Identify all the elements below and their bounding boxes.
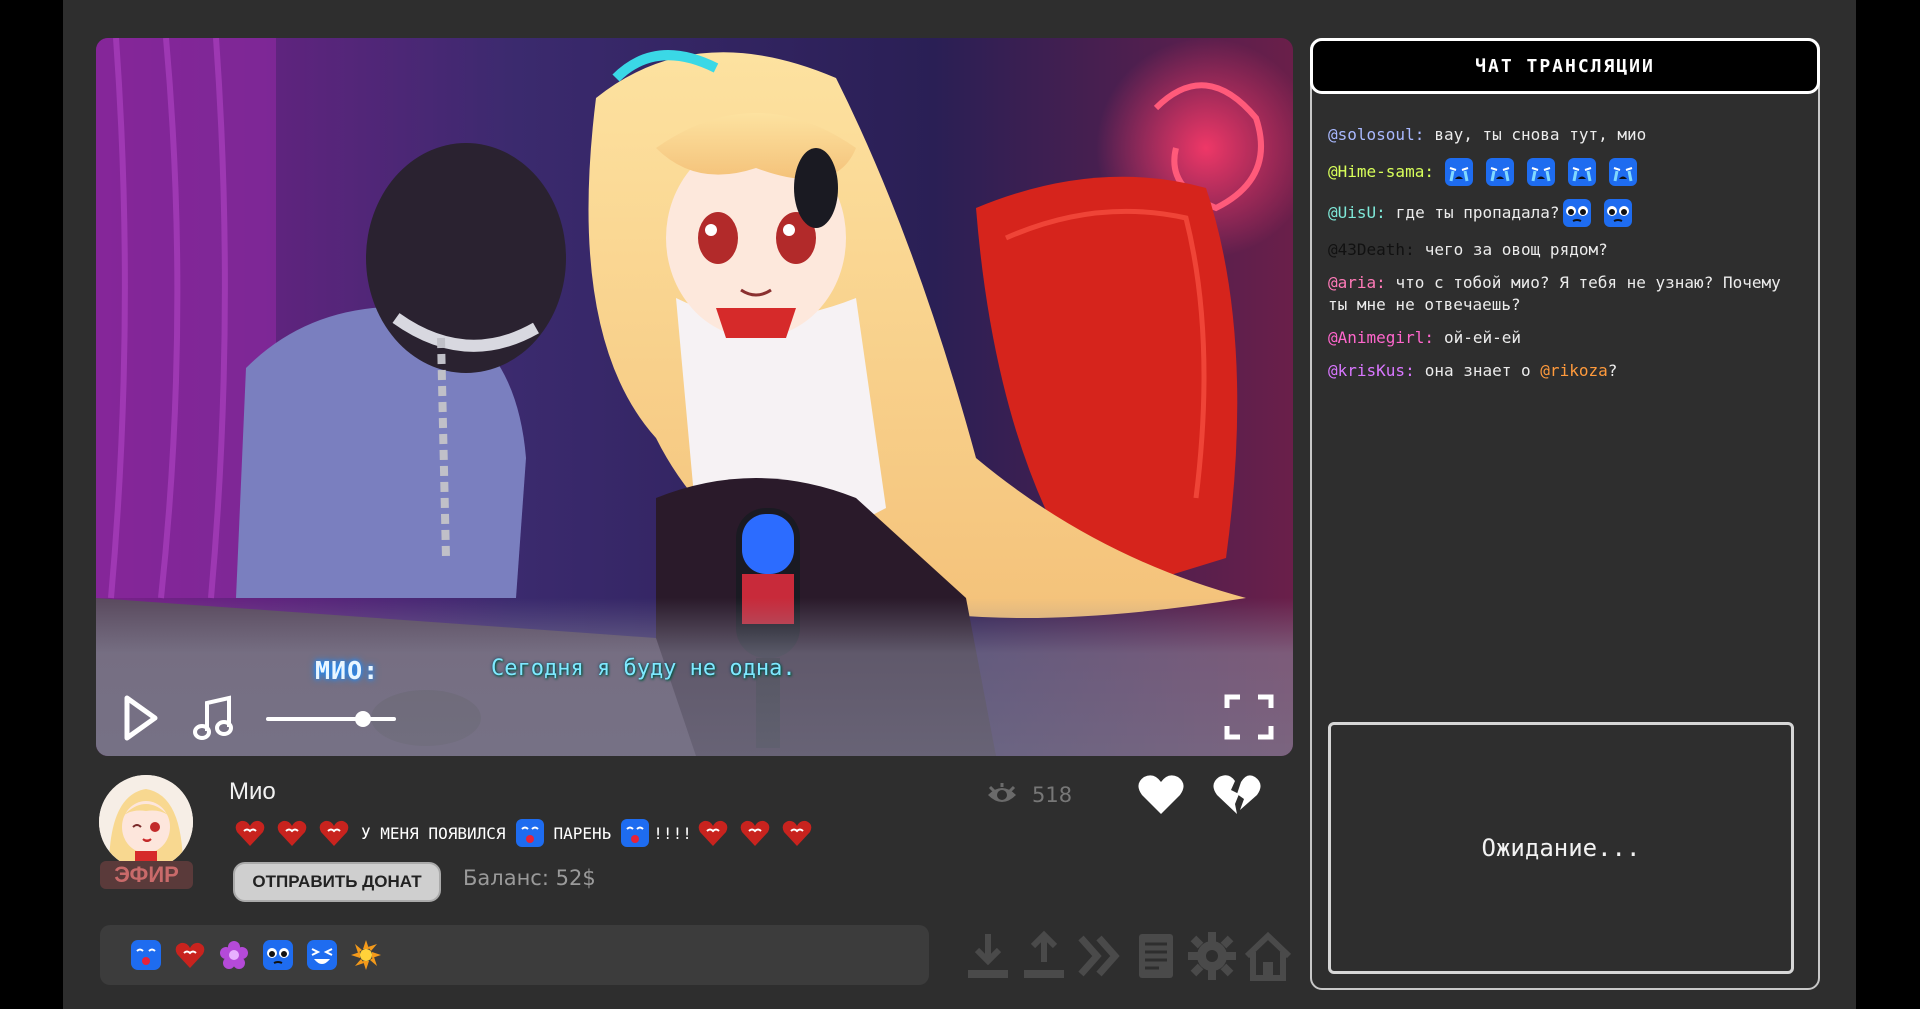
- heart-eye-emoji-icon: [698, 820, 728, 846]
- status-text-2: ПАРЕНЬ: [553, 823, 612, 843]
- avatar-image: [99, 775, 193, 869]
- fullscreen-icon: [1224, 694, 1274, 740]
- skip-fast-forward-icon[interactable]: [1075, 930, 1125, 982]
- viewer-count: 518: [986, 783, 1072, 807]
- chat-username[interactable]: @43Death:: [1328, 239, 1415, 261]
- load-upload-icon[interactable]: [1019, 930, 1069, 982]
- crying-face-emoji-icon: [1608, 158, 1637, 186]
- heart-eye-emoji-icon: [782, 820, 812, 846]
- chat-text-tail: ?: [1607, 361, 1618, 380]
- streamer-avatar[interactable]: [99, 775, 193, 869]
- crying-face-emoji-icon: [1485, 158, 1514, 186]
- crying-face-emoji-icon: [1526, 158, 1555, 186]
- streamer-name: Мио: [229, 778, 276, 805]
- viewers-eye-icon: [988, 783, 1016, 802]
- chat-text: вау, ты снова тут, мио: [1434, 125, 1647, 144]
- chat-text: чего за овощ рядом?: [1424, 240, 1608, 259]
- chat-text: ой-ей-ей: [1443, 328, 1522, 347]
- chat-message: @Animegirl: ой-ей-ей: [1328, 327, 1808, 349]
- heart-eye-emoji-icon: [277, 820, 307, 846]
- chat-message: @UisU: где ты пропадала?: [1328, 198, 1808, 228]
- broken-heart-icon: [1213, 775, 1261, 814]
- waiting-text: Ожидание...: [1481, 834, 1641, 862]
- heart-eye-emoji-icon: [319, 820, 349, 846]
- chat-username[interactable]: @UisU:: [1328, 202, 1386, 224]
- status-text-1: У МЕНЯ ПОЯВИЛСЯ: [361, 823, 506, 843]
- app-window: МИО: Сегодня я буду не одна. ЭФИР Мио У …: [63, 0, 1856, 1009]
- chat-text: где ты пропадала?: [1395, 203, 1560, 222]
- crying-face-emoji-icon: [1567, 158, 1596, 186]
- play-button[interactable]: [121, 693, 161, 743]
- dislike-button[interactable]: [1211, 772, 1263, 818]
- chat-message: @aria: что с тобой мио? Я тебя не узнаю?…: [1328, 272, 1808, 316]
- chat-message: @krisKus: она знает о @rikoza?: [1328, 360, 1808, 382]
- crying-face-emoji-icon: [1444, 158, 1473, 186]
- chat-text: @aria: что с тобой мио? Я тебя не узнаю?…: [1328, 272, 1808, 316]
- pleading-face-emoji-icon[interactable]: [262, 939, 294, 971]
- settings-gear-icon[interactable]: [1187, 930, 1237, 982]
- like-button[interactable]: [1136, 772, 1186, 818]
- volume-track: [266, 717, 396, 721]
- balance-display: Баланс: 52$: [463, 866, 596, 890]
- heart-eye-emoji-icon: [235, 820, 265, 846]
- live-badge: ЭФИР: [100, 861, 193, 889]
- chat-mention[interactable]: @rikoza: [1540, 360, 1607, 382]
- fullscreen-button[interactable]: [1224, 694, 1274, 740]
- pleading-face-emoji-icon: [1562, 199, 1591, 227]
- chat-username[interactable]: @Hime-sama:: [1328, 161, 1434, 183]
- laughing-face-emoji-icon[interactable]: [306, 939, 338, 971]
- blushing-face-emoji-icon: [515, 819, 544, 847]
- chat-text: она знает о: [1424, 361, 1541, 380]
- music-button[interactable]: [193, 695, 235, 741]
- pleading-face-emoji-icon: [1603, 199, 1632, 227]
- game-toolbar: [963, 930, 1293, 982]
- status-text-3: !!!!: [653, 823, 692, 843]
- music-note-icon: [193, 695, 233, 740]
- chat-messages: @solosoul: вау, ты снова тут, мио @Hime-…: [1328, 124, 1808, 393]
- chat-username[interactable]: @Animegirl:: [1328, 327, 1434, 349]
- stream-chat: ЧАТ ТРАНСЛЯЦИИ @solosoul: вау, ты снова …: [1310, 38, 1820, 990]
- streamer-status: У МЕНЯ ПОЯВИЛСЯ ПАРЕНЬ !!!!: [229, 816, 818, 850]
- heart-eye-emoji-icon[interactable]: [174, 939, 206, 971]
- send-donation-button[interactable]: ОТПРАВИТЬ ДОНАТ: [233, 862, 441, 902]
- chat-title: ЧАТ ТРАНСЛЯЦИИ: [1310, 38, 1820, 94]
- blushing-face-emoji-icon: [621, 819, 650, 847]
- volume-knob[interactable]: [354, 711, 371, 727]
- chat-username[interactable]: @aria:: [1328, 273, 1386, 292]
- sun-flower-emoji-icon[interactable]: [350, 939, 382, 971]
- dialogue-speaker: МИО:: [315, 656, 380, 685]
- stream-video[interactable]: МИО: Сегодня я буду не одна.: [96, 38, 1293, 756]
- emoji-bar: [100, 925, 929, 985]
- viewer-count-value: 518: [1032, 783, 1073, 807]
- chat-message: @43Death: чего за овощ рядом?: [1328, 239, 1808, 261]
- heart-icon: [1138, 775, 1184, 814]
- flower-emoji-icon[interactable]: [218, 939, 250, 971]
- dialogue-text: Сегодня я буду не одна.: [491, 656, 796, 681]
- home-icon[interactable]: [1243, 930, 1293, 982]
- chat-username[interactable]: @solosoul:: [1328, 124, 1424, 146]
- heart-eye-emoji-icon: [740, 820, 770, 846]
- blushing-face-emoji-icon[interactable]: [130, 939, 162, 971]
- save-download-icon[interactable]: [963, 930, 1013, 982]
- play-icon: [124, 695, 158, 741]
- chat-message: @Hime-sama:: [1328, 157, 1808, 187]
- chat-text-body: что с тобой мио? Я тебя не узнаю? Почему…: [1328, 273, 1791, 314]
- chat-message: @solosoul: вау, ты снова тут, мио: [1328, 124, 1808, 146]
- chat-username[interactable]: @krisKus:: [1328, 360, 1415, 382]
- volume-slider[interactable]: [266, 711, 396, 727]
- log-document-icon[interactable]: [1131, 930, 1181, 982]
- chat-waiting-panel: Ожидание...: [1328, 722, 1794, 974]
